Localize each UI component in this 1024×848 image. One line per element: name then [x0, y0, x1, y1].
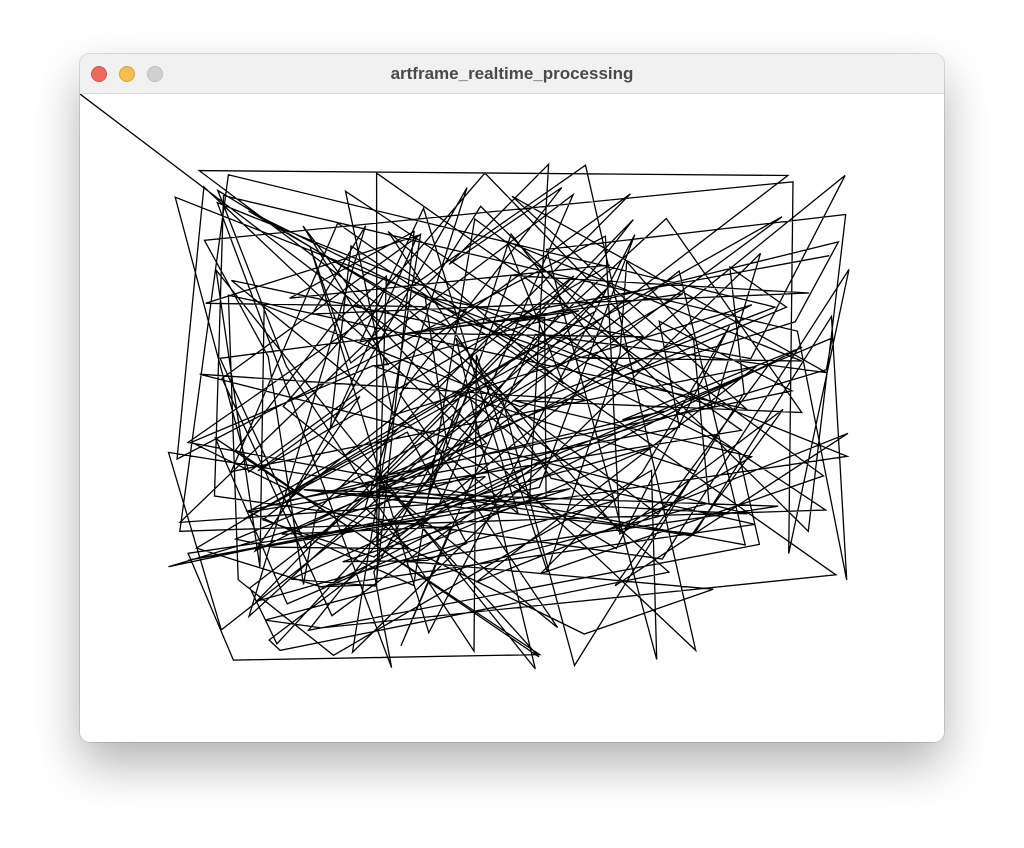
- scribble-drawing: [80, 94, 850, 670]
- title-bar[interactable]: artframe_realtime_processing: [80, 54, 944, 94]
- app-window: artframe_realtime_processing: [80, 54, 944, 742]
- scribble-polyline: [80, 94, 850, 670]
- window-title: artframe_realtime_processing: [390, 64, 634, 83]
- drawing-canvas[interactable]: [80, 94, 944, 742]
